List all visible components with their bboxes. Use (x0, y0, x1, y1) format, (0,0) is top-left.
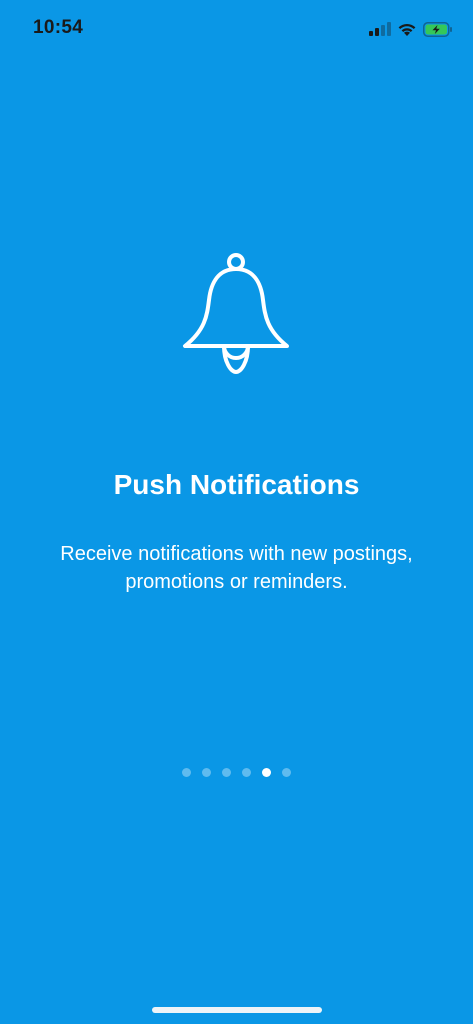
battery-charging-icon (423, 21, 453, 37)
page-dot[interactable] (182, 767, 191, 777)
bell-icon (181, 250, 291, 380)
status-icons (369, 19, 453, 39)
home-indicator[interactable] (152, 1007, 322, 1013)
page-dot[interactable] (282, 767, 291, 777)
onboarding-description: Receive notifications with new postings,… (60, 543, 413, 593)
page-dot-active[interactable] (262, 767, 271, 777)
page-dot[interactable] (242, 767, 251, 777)
onboarding-screen: 10:54 Push Notifications Receive notific… (0, 0, 473, 1024)
status-time: 10:54 (33, 17, 84, 38)
wifi-icon (397, 22, 417, 37)
page-dot[interactable] (222, 767, 231, 777)
page-dot[interactable] (202, 767, 211, 777)
onboarding-title: Push Notifications (113, 469, 360, 500)
cellular-signal-icon (369, 22, 391, 36)
page-indicator[interactable] (0, 766, 473, 778)
status-bar: 10:54 (0, 0, 473, 58)
